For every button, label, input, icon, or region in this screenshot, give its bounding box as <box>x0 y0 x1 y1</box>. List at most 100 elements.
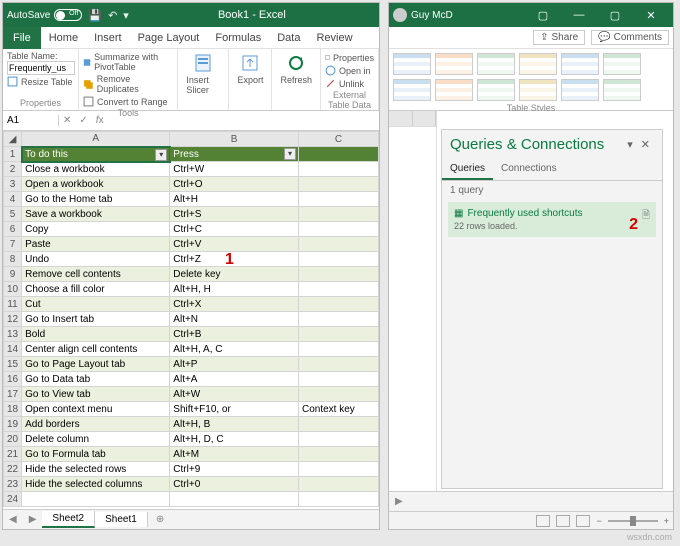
row-header[interactable]: 14 <box>4 342 22 357</box>
row-header[interactable]: 22 <box>4 462 22 477</box>
user-avatar[interactable] <box>393 8 407 22</box>
cell[interactable]: Ctrl+B <box>170 327 299 342</box>
qat-undo-icon[interactable]: ↶ <box>108 9 117 22</box>
cell[interactable] <box>298 297 378 312</box>
cell[interactable] <box>298 462 378 477</box>
cell[interactable]: Alt+A <box>170 372 299 387</box>
cell[interactable]: Alt+H, H <box>170 282 299 297</box>
cell[interactable] <box>298 237 378 252</box>
cell[interactable] <box>298 312 378 327</box>
page-break-view-icon[interactable] <box>576 515 590 527</box>
cell[interactable]: Ctrl+0 <box>170 477 299 492</box>
row-header[interactable]: 24 <box>4 492 22 507</box>
sheet-scroll-icon[interactable]: ▶ <box>389 496 409 507</box>
table-style-thumb[interactable] <box>603 53 641 75</box>
minimize-icon[interactable]: — <box>561 9 597 21</box>
cell[interactable]: Open a workbook <box>22 177 170 192</box>
cell[interactable] <box>298 477 378 492</box>
table-style-thumb[interactable] <box>477 79 515 101</box>
cell[interactable]: Open context menu <box>22 402 170 417</box>
sheet-tab-sheet2[interactable]: Sheet2 <box>42 511 95 528</box>
qat-dropdown-icon[interactable]: ▾ <box>123 9 129 22</box>
cell[interactable] <box>298 492 378 507</box>
cell[interactable]: Delete column <box>22 432 170 447</box>
tab-page-layout[interactable]: Page Layout <box>130 32 208 44</box>
cell[interactable] <box>298 267 378 282</box>
query-item[interactable]: ▦Frequently used shortcuts 22 rows loade… <box>448 202 656 237</box>
resize-table-button[interactable]: Resize Table <box>7 75 74 88</box>
ribbon-display-icon[interactable]: ▢ <box>525 9 561 22</box>
enter-formula-icon[interactable]: ✓ <box>75 115 91 126</box>
row-header[interactable]: 20 <box>4 432 22 447</box>
cell[interactable] <box>298 207 378 222</box>
cell[interactable]: Copy <box>22 222 170 237</box>
tab-formulas[interactable]: Formulas <box>207 32 269 44</box>
row-header[interactable]: 3 <box>4 177 22 192</box>
row-header[interactable]: 12 <box>4 312 22 327</box>
row-header[interactable]: 19 <box>4 417 22 432</box>
cell[interactable]: Ctrl+Z <box>170 252 299 267</box>
cell[interactable]: Go to View tab <box>22 387 170 402</box>
cell[interactable] <box>298 162 378 177</box>
name-box[interactable]: A1 <box>3 115 59 126</box>
remove-duplicates-button[interactable]: Remove Duplicates <box>83 73 173 95</box>
cell[interactable]: Hide the selected rows <box>22 462 170 477</box>
row-header[interactable]: 6 <box>4 222 22 237</box>
cell[interactable]: Undo <box>22 252 170 267</box>
cell[interactable] <box>170 492 299 507</box>
tab-queries[interactable]: Queries <box>442 159 493 180</box>
col-header-a[interactable]: A <box>22 132 170 147</box>
row-header[interactable]: 21 <box>4 447 22 462</box>
cell[interactable] <box>298 417 378 432</box>
export-button[interactable]: Export <box>233 51 267 87</box>
cell[interactable] <box>298 372 378 387</box>
tab-home[interactable]: Home <box>41 32 86 44</box>
cell[interactable]: Alt+H, B <box>170 417 299 432</box>
tab-connections[interactable]: Connections <box>493 159 565 180</box>
cell[interactable]: Ctrl+V <box>170 237 299 252</box>
cell[interactable]: Shift+F10, or <box>170 402 299 417</box>
cell[interactable] <box>298 252 378 267</box>
cell[interactable] <box>22 492 170 507</box>
row-header[interactable]: 15 <box>4 357 22 372</box>
select-all-corner[interactable]: ◢ <box>4 132 22 147</box>
col-header-b[interactable]: B <box>170 132 299 147</box>
table-properties-button[interactable]: Properties <box>325 51 374 64</box>
maximize-icon[interactable]: ▢ <box>597 9 633 22</box>
cell[interactable]: Bold <box>22 327 170 342</box>
close-icon[interactable]: ✕ <box>633 9 669 22</box>
tab-data[interactable]: Data <box>269 32 308 44</box>
cell[interactable]: Ctrl+O <box>170 177 299 192</box>
cell[interactable] <box>298 222 378 237</box>
cell[interactable]: Cut <box>22 297 170 312</box>
sheet-tab-sheet1[interactable]: Sheet1 <box>95 512 148 527</box>
cell[interactable]: Close a workbook <box>22 162 170 177</box>
cell[interactable] <box>298 432 378 447</box>
cell[interactable] <box>298 342 378 357</box>
cell[interactable]: Ctrl+W <box>170 162 299 177</box>
cell[interactable]: Alt+M <box>170 447 299 462</box>
row-header[interactable]: 18 <box>4 402 22 417</box>
table-style-thumb[interactable] <box>603 79 641 101</box>
cell[interactable] <box>298 327 378 342</box>
tab-review[interactable]: Review <box>308 32 360 44</box>
cell[interactable]: Go to Formula tab <box>22 447 170 462</box>
cell[interactable]: Delete key <box>170 267 299 282</box>
tab-insert[interactable]: Insert <box>86 32 130 44</box>
cell[interactable]: Alt+H, D, C <box>170 432 299 447</box>
row-header[interactable]: 4 <box>4 192 22 207</box>
table-header-to-do[interactable]: To do this▾ <box>22 147 170 162</box>
add-sheet-icon[interactable]: ⊕ <box>148 514 172 525</box>
cell[interactable]: Remove cell contents <box>22 267 170 282</box>
filter-dropdown-icon[interactable]: ▾ <box>155 149 167 161</box>
panel-options-icon[interactable]: ▾ <box>623 138 637 151</box>
row-header[interactable]: 17 <box>4 387 22 402</box>
row-header[interactable]: 8 <box>4 252 22 267</box>
table-style-thumb[interactable] <box>561 53 599 75</box>
cell[interactable]: Ctrl+9 <box>170 462 299 477</box>
cell[interactable] <box>298 177 378 192</box>
row-header[interactable]: 7 <box>4 237 22 252</box>
cell[interactable]: Center align cell contents <box>22 342 170 357</box>
convert-to-range-button[interactable]: Convert to Range <box>83 95 173 108</box>
cell[interactable]: Ctrl+X <box>170 297 299 312</box>
